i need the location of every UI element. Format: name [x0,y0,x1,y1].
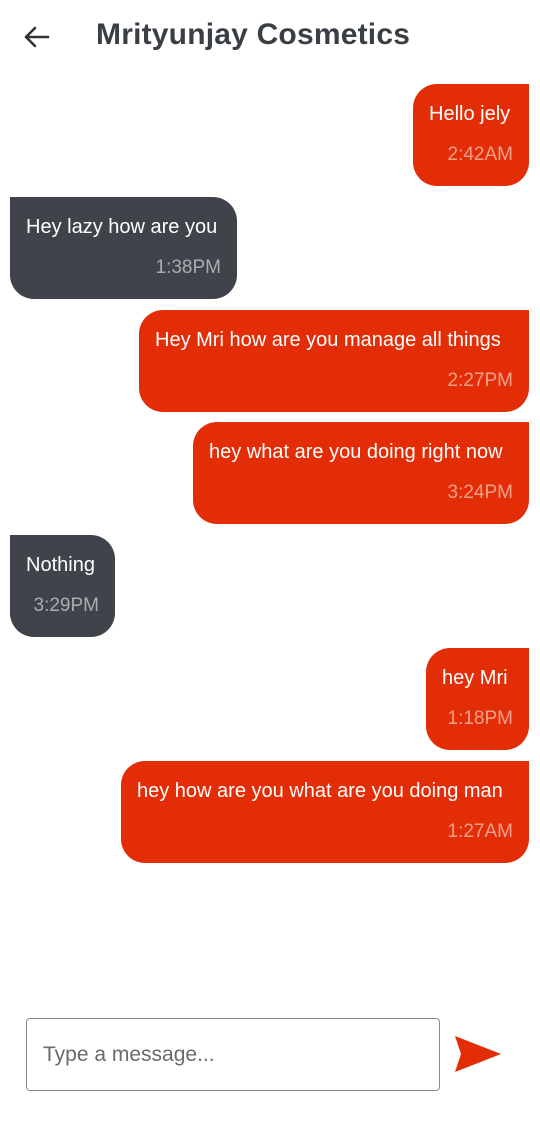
send-button[interactable] [452,1032,504,1076]
message-bubble-sent: hey Mri 1:18PM [426,648,529,750]
message-time: 2:42AM [447,144,513,165]
message-text: Hey Mri how are you manage all things [155,329,501,351]
send-icon [455,1036,501,1072]
message-bubble-received: Hey lazy how are you 1:38PM [10,197,237,299]
message-time: 1:27AM [447,821,513,842]
message-bubble-sent: hey how are you what are you doing man 1… [121,761,529,863]
message-input[interactable] [26,1018,440,1091]
page-title: Mrityunjay Cosmetics [96,18,411,51]
message-bubble-received: Nothing 3:29PM [10,535,115,637]
message-time: 1:18PM [447,708,513,729]
message-text: Hey lazy how are you [26,216,218,238]
message-bubble-sent: Hello jely 2:42AM [413,84,529,186]
message-time: 3:29PM [33,595,99,616]
message-text: Nothing [26,554,95,576]
message-bubble-sent: hey what are you doing right now 3:24PM [193,422,529,524]
message-text: hey how are you what are you doing man [137,780,503,802]
chat-screen: Mrityunjay Cosmetics Hello jely 2:42AM H… [0,0,540,1128]
message-text: hey Mri [442,667,508,689]
app-bar: Mrityunjay Cosmetics [0,0,540,76]
back-button[interactable] [20,20,54,54]
arrow-left-icon [24,26,50,48]
message-text: Hello jely [429,103,511,125]
message-time: 3:24PM [447,482,513,503]
message-time: 1:38PM [155,257,221,278]
message-bubble-sent: Hey Mri how are you manage all things 2:… [139,310,529,412]
message-text: hey what are you doing right now [209,441,503,463]
message-time: 2:27PM [447,370,513,391]
